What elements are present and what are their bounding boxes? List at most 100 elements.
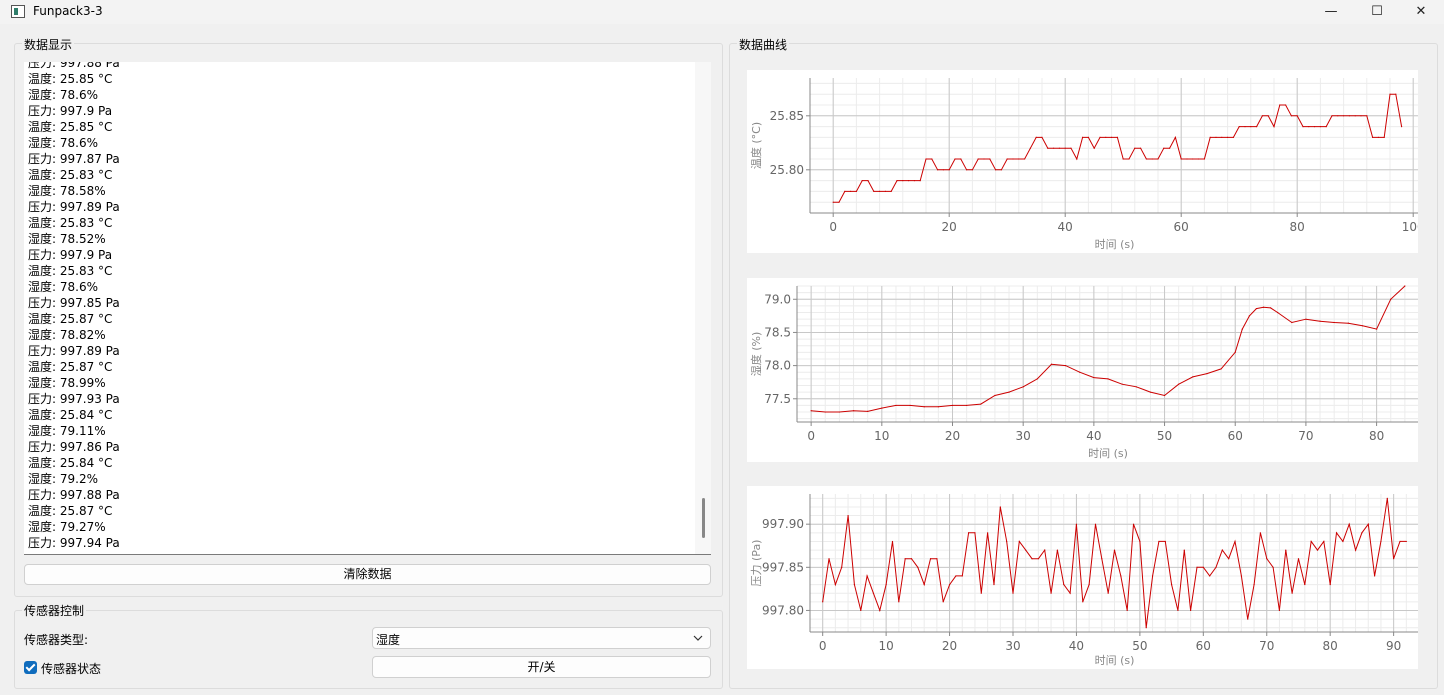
log-line: 湿度: 78.58% xyxy=(28,184,106,198)
data-point xyxy=(1262,306,1265,308)
log-line: 温度: 25.83 °C xyxy=(28,216,113,230)
data-point xyxy=(967,532,970,534)
data-point xyxy=(989,158,991,160)
data-point xyxy=(904,558,906,560)
x-tick-label: 60 xyxy=(1196,639,1211,653)
data-point xyxy=(931,158,933,160)
chart-svg: 0 10 20 30 40 50 60 70 80 90 997.80 997.85 997.90 时间 … xyxy=(750,494,1418,667)
data-point xyxy=(1192,158,1194,160)
data-point xyxy=(1035,136,1037,138)
x-tick-label: 50 xyxy=(1157,429,1172,443)
data-point xyxy=(824,411,826,413)
log-bottom-border xyxy=(24,554,711,555)
log-line: 湿度: 79.2% xyxy=(28,472,98,486)
sensor-status-label: 传感器状态 xyxy=(41,662,102,676)
data-point xyxy=(1305,318,1307,320)
data-point xyxy=(1135,386,1137,388)
x-tick-label: 30 xyxy=(1016,429,1031,443)
data-point xyxy=(834,583,836,586)
data-point xyxy=(1008,391,1010,393)
sensor-status-checkbox[interactable] xyxy=(24,661,37,674)
data-point xyxy=(853,583,856,586)
data-point xyxy=(895,404,897,407)
y-axis-title: 温度 (°C) xyxy=(749,122,763,169)
data-point xyxy=(1036,378,1038,380)
data-point xyxy=(1255,307,1258,310)
title-bar: Funpack3-3 — ☐ ✕ xyxy=(0,0,1444,24)
data-point xyxy=(1082,601,1084,603)
data-point xyxy=(913,180,915,182)
app-icon xyxy=(11,5,25,18)
data-point xyxy=(951,404,954,407)
data-point xyxy=(1158,540,1160,543)
minimize-button[interactable]: — xyxy=(1308,0,1354,24)
clear-data-button[interactable]: 清除数据 xyxy=(24,564,711,585)
data-point xyxy=(810,410,812,412)
chart-svg: 0 10 20 30 40 50 60 70 80 77.5 78.0 78.5 79.0 时间 (s) 湿… xyxy=(749,285,1418,460)
sensor-type-value: 湿度 xyxy=(376,633,401,647)
data-point xyxy=(1228,558,1230,560)
data-point xyxy=(867,410,869,412)
log-scrollbar-thumb[interactable] xyxy=(702,498,705,538)
data-log-text[interactable]: 压力: 997.88 Pa 温度: 25.85 °C 湿度: 78.6% 压力: 99… xyxy=(24,62,695,554)
log-line: 压力: 997.88 Pa xyxy=(28,62,120,70)
data-point xyxy=(1272,566,1274,568)
data-point xyxy=(1064,365,1067,367)
data-point xyxy=(937,406,939,408)
data-point xyxy=(1037,558,1039,560)
data-point xyxy=(838,201,840,203)
data-point xyxy=(1151,158,1153,160)
data-point xyxy=(994,394,996,397)
data-point xyxy=(1149,391,1152,393)
data-curves-title: 数据曲线 xyxy=(737,36,790,53)
data-point xyxy=(1099,136,1101,138)
data-point xyxy=(1241,328,1243,330)
data-point xyxy=(942,169,944,171)
data-point xyxy=(1180,158,1182,160)
x-tick-label: 20 xyxy=(942,639,957,653)
data-point xyxy=(1140,147,1142,149)
log-line: 湿度: 78.99% xyxy=(28,376,106,390)
data-point xyxy=(1375,328,1378,330)
y-tick-label: 78.5 xyxy=(764,325,791,339)
y-tick-label: 997.90 xyxy=(762,517,804,531)
close-button[interactable]: ✕ xyxy=(1398,0,1444,24)
data-point xyxy=(1012,592,1014,594)
data-point xyxy=(1139,540,1141,543)
y-tick-label: 78.0 xyxy=(764,359,791,373)
data-point xyxy=(1121,383,1123,385)
log-line: 温度: 25.83 °C xyxy=(28,168,113,182)
data-point xyxy=(1063,583,1065,586)
data-point xyxy=(1291,592,1293,594)
data-point xyxy=(1380,540,1382,543)
x-tick-label: 10 xyxy=(874,429,889,443)
data-point xyxy=(1050,363,1053,365)
toggle-power-button[interactable]: 开/关 xyxy=(372,656,711,678)
data-point xyxy=(1244,126,1246,128)
data-point xyxy=(896,180,898,182)
data-point xyxy=(909,404,911,407)
data-point xyxy=(850,190,852,192)
y-axis-title: 湿度 (%) xyxy=(749,332,763,377)
data-point xyxy=(925,158,927,160)
data-point xyxy=(1393,558,1395,560)
data-point xyxy=(1134,147,1136,149)
log-line: 温度: 25.83 °C xyxy=(28,264,113,278)
log-scrollbar[interactable] xyxy=(695,62,711,554)
log-line: 压力: 997.85 Pa xyxy=(28,296,120,310)
data-point xyxy=(961,575,963,577)
data-point xyxy=(1000,169,1002,171)
data-point xyxy=(987,532,989,534)
data-point xyxy=(1183,549,1185,551)
data-point xyxy=(855,190,857,192)
log-line: 压力: 997.94 Pa xyxy=(28,536,120,550)
data-point xyxy=(890,190,892,192)
data-point xyxy=(879,609,881,612)
data-point xyxy=(983,158,985,160)
maximize-button[interactable]: ☐ xyxy=(1354,0,1400,24)
data-point xyxy=(1196,566,1198,568)
log-line: 温度: 25.85 °C xyxy=(28,120,113,134)
log-line: 压力: 997.89 Pa xyxy=(28,344,120,358)
data-point xyxy=(1031,558,1033,560)
sensor-type-select[interactable]: 湿度 xyxy=(372,627,711,649)
